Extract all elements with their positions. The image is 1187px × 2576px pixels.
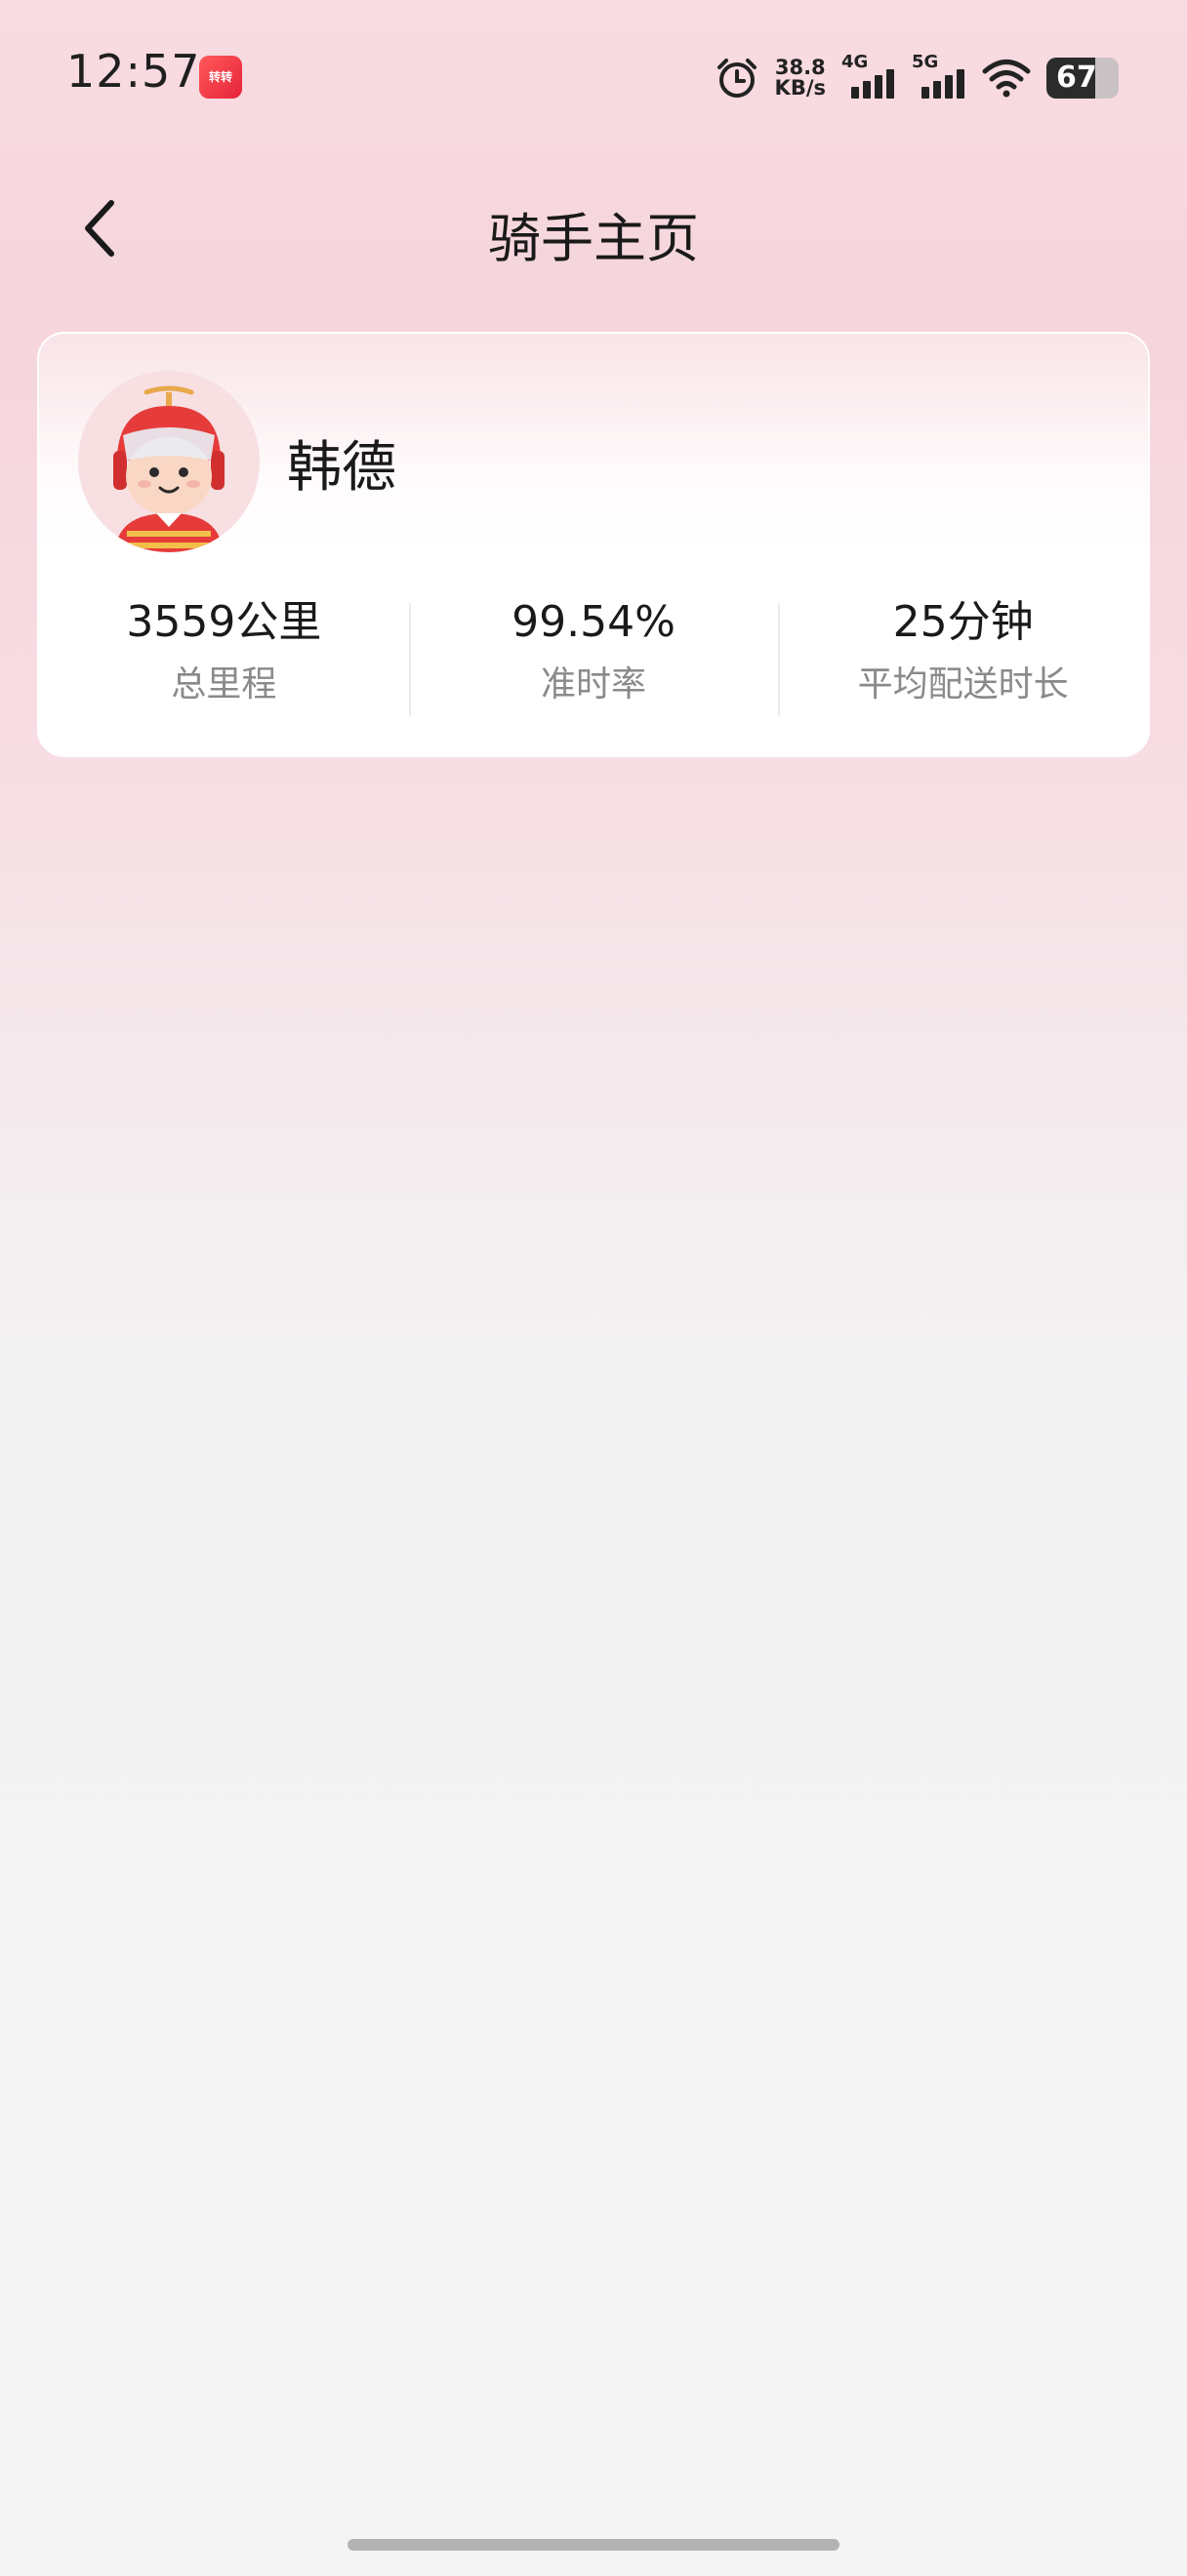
rider-avatar-icon xyxy=(78,371,260,552)
signal-icon-5g: 5G xyxy=(912,54,966,102)
wifi-icon xyxy=(982,59,1031,98)
stat-value: 99.54% xyxy=(512,597,675,647)
status-icons: 38.8 KB/s 4G 5G 67 xyxy=(715,51,1119,105)
rider-card: 韩德 3559公里 总里程 99.54% 准时率 25分钟 平均配送时长 xyxy=(37,332,1150,757)
rider-stats: 3559公里 总里程 99.54% 准时率 25分钟 平均配送时长 xyxy=(39,595,1148,722)
stat-average-delivery-time: 25分钟 平均配送时长 xyxy=(778,595,1148,722)
network-speed-unit: KB/s xyxy=(774,76,826,100)
status-time: 12:57 xyxy=(66,45,201,98)
stat-label: 准时率 xyxy=(541,664,647,704)
stat-label: 平均配送时长 xyxy=(857,664,1069,704)
battery-icon: 67 xyxy=(1046,58,1119,99)
battery-level: 67 xyxy=(1056,60,1097,95)
status-bar: 12:57 转转 38.8 KB/s 4G 5G 67 xyxy=(0,0,1187,146)
stat-total-distance: 3559公里 总里程 xyxy=(39,595,409,722)
stat-on-time-rate: 99.54% 准时率 xyxy=(408,595,779,722)
stat-value: 3559公里 xyxy=(126,597,322,647)
page-title: 骑手主页 xyxy=(488,208,699,269)
rider-name: 韩德 xyxy=(287,436,396,500)
stat-value: 25分钟 xyxy=(892,597,1034,647)
network-speed: 38.8 KB/s xyxy=(775,58,826,99)
home-indicator[interactable] xyxy=(348,2539,839,2551)
network-speed-value: 38.8 xyxy=(774,56,826,79)
stat-label: 总里程 xyxy=(171,664,277,704)
app-notification-icon: 转转 xyxy=(199,56,242,99)
signal-icon-4g: 4G xyxy=(841,54,896,102)
alarm-icon xyxy=(715,56,759,101)
page-header: 骑手主页 xyxy=(0,166,1187,283)
